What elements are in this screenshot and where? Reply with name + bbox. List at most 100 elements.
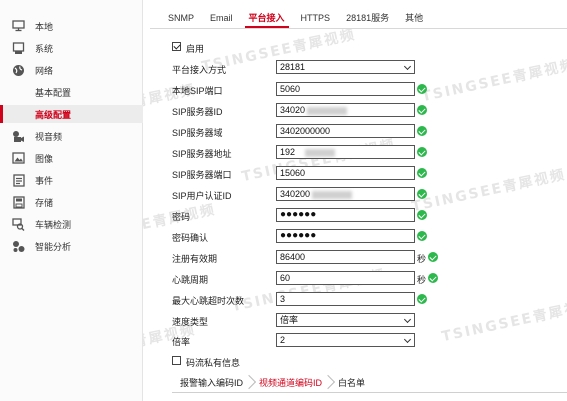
sip-server-id-row: SIP服务器ID 34020 <box>172 103 562 119</box>
sidebar-item-label: 视音频 <box>35 131 63 142</box>
sip-server-port-row: SIP服务器端口 15060 <box>172 166 562 182</box>
subtab-whitelist[interactable]: 白名单 <box>330 374 373 392</box>
sip-server-id-input[interactable]: 34020 <box>276 103 415 117</box>
sip-user-auth-id-input[interactable]: 340200 <box>276 187 415 201</box>
private-info-label: 码流私有信息 <box>186 358 241 368</box>
sidebar-item-label: 网络 <box>35 65 54 76</box>
speed-type-row: 速度类型 倍率 <box>172 313 562 329</box>
sip-user-auth-id-label: SIP用户认证ID <box>172 191 232 201</box>
valid-check-icon <box>417 126 427 136</box>
valid-check-icon <box>428 252 438 262</box>
subtab-bar: 报警输入编码ID 视频通道编码ID 白名单 <box>172 374 373 392</box>
local-sip-port-row: 本地SIP端口 5060 <box>172 82 562 98</box>
enable-label: 启用 <box>186 44 205 54</box>
sidebar: 本地 系统 网络 基本配置 高级配置 视音频 图像 事件 存储 车辆检测 智能分… <box>0 0 143 401</box>
tab-28181-service[interactable]: 28181服务 <box>338 8 397 28</box>
seconds-unit: 秒 <box>417 275 427 285</box>
heartbeat-period-row: 心跳周期 60 秒 <box>172 271 562 287</box>
sidebar-item-advanced-config[interactable]: 高级配置 <box>0 105 143 123</box>
subtab-label: 视频通道编码ID <box>259 378 323 388</box>
sip-server-domain-label: SIP服务器域 <box>172 128 223 138</box>
access-mode-label: 平台接入方式 <box>172 65 227 75</box>
tab-bar: SNMP Email 平台接入 HTTPS 28181服务 其他 <box>160 8 431 28</box>
monitor-icon <box>12 20 25 33</box>
subtab-alarm-input-id[interactable]: 报警输入编码ID <box>172 374 257 392</box>
sidebar-item-basic-config[interactable]: 基本配置 <box>0 83 143 101</box>
app-window: TSINGSEE青犀视频 TSINGSEE青犀视频 TSINGSEE青犀视频 T… <box>0 0 567 401</box>
private-info-checkbox[interactable] <box>172 356 181 365</box>
event-icon <box>12 173 25 187</box>
vehicle-search-icon <box>12 217 25 231</box>
valid-check-icon <box>417 189 427 199</box>
password-row: 密码 ●●●●●● <box>172 208 562 224</box>
valid-check-icon <box>417 105 427 115</box>
valid-check-icon <box>417 84 427 94</box>
sidebar-item-label: 系统 <box>35 43 54 54</box>
sidebar-item-label: 图像 <box>35 153 54 164</box>
register-validity-label: 注册有效期 <box>172 254 218 264</box>
password-input[interactable]: ●●●●●● <box>276 208 415 222</box>
sip-server-port-input[interactable]: 15060 <box>276 166 415 180</box>
system-icon <box>12 41 25 55</box>
rate-select[interactable]: 2 <box>276 333 415 347</box>
valid-check-icon <box>417 147 427 157</box>
max-heartbeat-timeout-label: 最大心跳超时次数 <box>172 296 245 306</box>
private-info-row: 码流私有信息 <box>172 354 562 370</box>
valid-check-icon <box>428 273 438 283</box>
sidebar-item-local[interactable]: 本地 <box>0 17 143 35</box>
subtab-video-channel-id[interactable]: 视频通道编码ID <box>251 374 336 392</box>
sidebar-item-storage[interactable]: 存储 <box>0 193 143 211</box>
access-mode-row: 平台接入方式 28181 <box>172 60 562 77</box>
tab-snmp[interactable]: SNMP <box>160 8 202 28</box>
speed-type-label: 速度类型 <box>172 317 209 327</box>
max-heartbeat-timeout-input[interactable]: 3 <box>276 292 415 306</box>
speed-type-select[interactable]: 倍率 <box>276 313 415 327</box>
valid-check-icon <box>417 231 427 241</box>
sip-server-domain-row: SIP服务器域 3402000000 <box>172 124 562 140</box>
sidebar-item-network[interactable]: 网络 <box>0 61 143 79</box>
password-confirm-row: 密码确认 ●●●●●● <box>172 229 562 245</box>
sidebar-item-image[interactable]: 图像 <box>0 149 143 167</box>
tab-divider <box>150 28 567 29</box>
heartbeat-period-label: 心跳周期 <box>172 275 209 285</box>
register-validity-input[interactable]: 86400 <box>276 250 415 264</box>
enable-checkbox[interactable] <box>172 42 181 51</box>
sip-server-addr-row: SIP服务器地址 192 <box>172 145 562 161</box>
local-sip-port-label: 本地SIP端口 <box>172 86 223 96</box>
password-confirm-input[interactable]: ●●●●●● <box>276 229 415 243</box>
sidebar-item-label: 基本配置 <box>35 87 72 98</box>
sidebar-item-vehicle-detection[interactable]: 车辆检测 <box>0 215 143 233</box>
max-heartbeat-timeout-row: 最大心跳超时次数 3 <box>172 292 562 308</box>
field-value: 192 <box>280 147 296 157</box>
local-sip-port-input[interactable]: 5060 <box>276 82 415 96</box>
tab-email[interactable]: Email <box>202 8 241 28</box>
sip-server-addr-input[interactable]: 192 <box>276 145 415 159</box>
globe-icon <box>12 64 25 77</box>
field-value: 340200 <box>280 189 311 199</box>
sidebar-item-event[interactable]: 事件 <box>0 171 143 189</box>
password-confirm-label: 密码确认 <box>172 233 209 243</box>
sidebar-item-label: 车辆检测 <box>35 219 72 230</box>
sip-server-domain-input[interactable]: 3402000000 <box>276 124 415 138</box>
register-validity-row: 注册有效期 86400 秒 <box>172 250 562 266</box>
tab-other[interactable]: 其他 <box>397 8 431 28</box>
tab-platform-access[interactable]: 平台接入 <box>241 8 293 28</box>
sip-user-auth-id-row: SIP用户认证ID 340200 <box>172 187 562 203</box>
seconds-unit: 秒 <box>417 254 427 264</box>
enable-row: 启用 <box>172 40 562 56</box>
sip-server-port-label: SIP服务器端口 <box>172 170 232 180</box>
sidebar-item-smart-analysis[interactable]: 智能分析 <box>0 237 143 255</box>
sidebar-item-label: 高级配置 <box>35 109 72 120</box>
sip-server-id-label: SIP服务器ID <box>172 107 223 117</box>
sip-server-addr-label: SIP服务器地址 <box>172 149 232 159</box>
video-icon <box>12 130 25 143</box>
redacted-blur <box>307 106 348 115</box>
tab-https[interactable]: HTTPS <box>293 8 339 28</box>
heartbeat-period-input[interactable]: 60 <box>276 271 415 285</box>
sidebar-item-system[interactable]: 系统 <box>0 39 143 57</box>
access-mode-select[interactable]: 28181 <box>276 60 415 74</box>
sidebar-item-video-audio[interactable]: 视音频 <box>0 127 143 145</box>
password-label: 密码 <box>172 212 191 222</box>
redacted-blur <box>312 190 353 199</box>
image-icon <box>12 152 25 165</box>
